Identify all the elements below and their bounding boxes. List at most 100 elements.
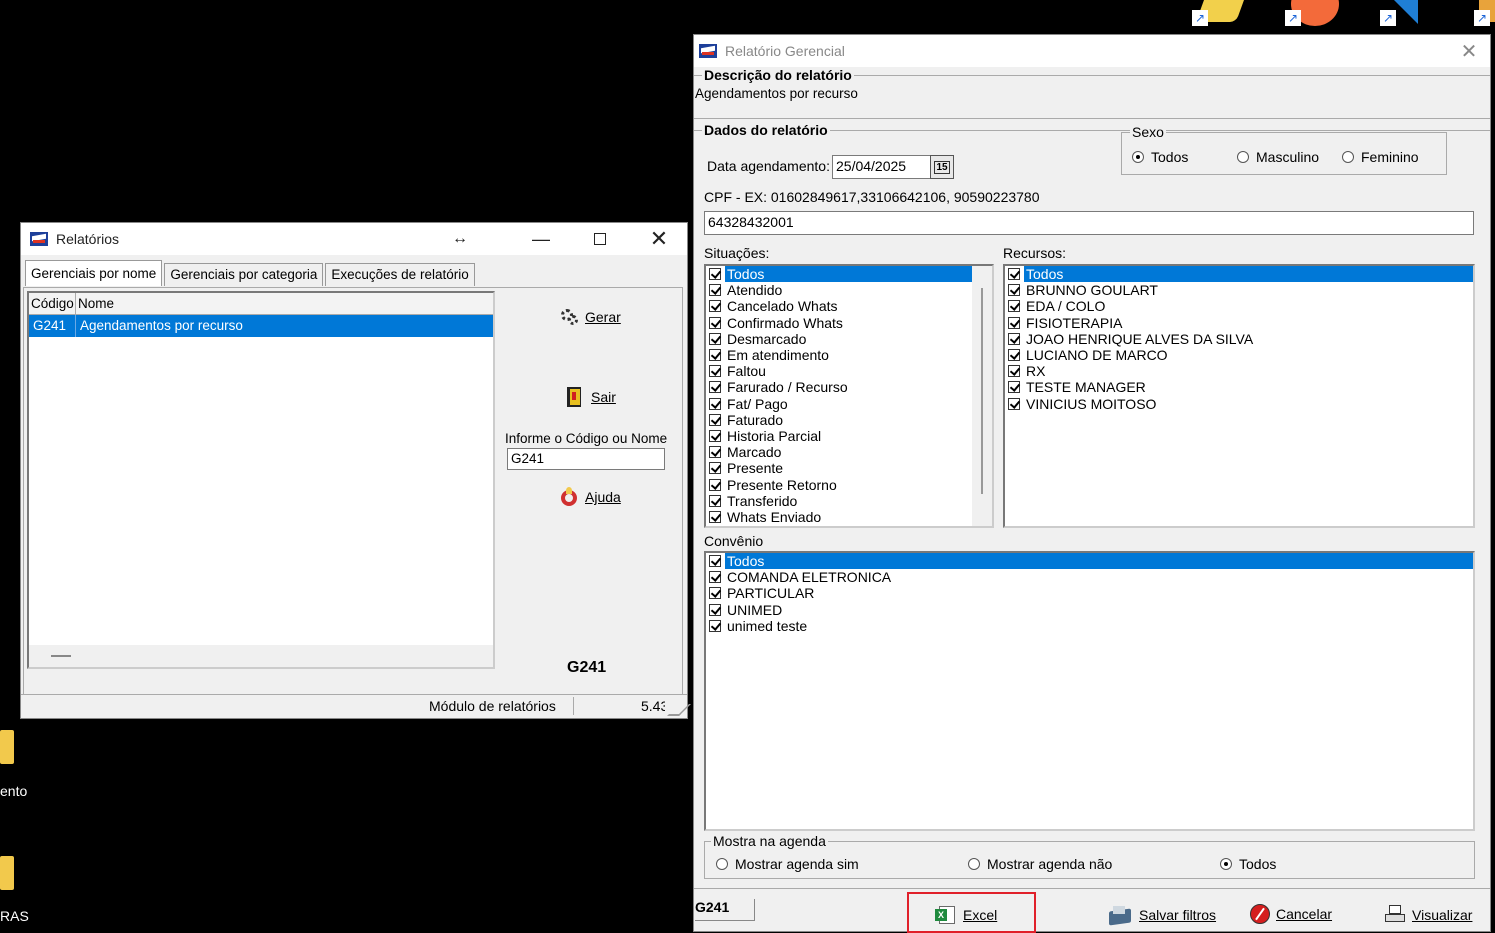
recursos-list[interactable]: Todos BRUNNO GOULART EDA / COLO FISIOTERAPI… (1003, 264, 1475, 528)
situacao-item[interactable]: Em atendimento (706, 347, 992, 363)
recurso-item[interactable]: RX (1005, 363, 1473, 379)
checkbox-checked-icon[interactable] (709, 494, 721, 507)
recurso-item[interactable]: Todos (1005, 266, 1473, 283)
recurso-item[interactable]: VINICIUS MOITOSO (1005, 396, 1473, 412)
report-list[interactable]: Código Nome G241 Agendamentos por recurs… (27, 291, 495, 669)
close-button[interactable]: ✕ (630, 223, 688, 255)
vertical-scrollbar[interactable] (972, 266, 992, 526)
taskbar-app-icon-3[interactable]: ↗ (1380, 0, 1434, 28)
recurso-item[interactable]: FISIOTERAPIA (1005, 315, 1473, 331)
excel-button[interactable]: X Excel (935, 904, 997, 926)
recurso-item[interactable]: TESTE MANAGER (1005, 379, 1473, 395)
tab-gerenciais-por-nome[interactable]: Gerenciais por nome (25, 260, 163, 286)
situacao-item[interactable]: Transferido (706, 493, 992, 509)
convenio-list[interactable]: Todos COMANDA ELETRONICA PARTICULAR UNIMED u… (704, 551, 1475, 831)
checkbox-checked-icon[interactable] (1008, 397, 1020, 410)
situacao-item[interactable]: Historia Parcial (706, 428, 992, 444)
checkbox-checked-icon[interactable] (709, 365, 721, 378)
checkbox-checked-icon[interactable] (709, 268, 721, 281)
taskbar-app-icon-2[interactable]: ↗ (1285, 0, 1339, 28)
column-header-nome[interactable]: Nome (76, 293, 493, 314)
situacoes-list[interactable]: Todos Atendido Cancelado Whats Confirmado W… (704, 264, 994, 528)
checkbox-checked-icon[interactable] (1008, 268, 1020, 281)
gerar-button[interactable]: Gerar (559, 307, 621, 327)
taskbar-app-icon-4[interactable]: ↗ (1474, 0, 1495, 28)
convenio-item[interactable]: PARTICULAR (706, 585, 1473, 601)
checkbox-checked-icon[interactable] (1008, 381, 1020, 394)
situacao-item[interactable]: Presente Retorno (706, 476, 992, 493)
checkbox-checked-icon[interactable] (1008, 349, 1020, 362)
checkbox-checked-icon[interactable] (709, 316, 721, 329)
checkbox-checked-icon[interactable] (1008, 300, 1020, 313)
checkbox-checked-icon[interactable] (709, 510, 721, 523)
checkbox-checked-icon[interactable] (709, 429, 721, 442)
checkbox-checked-icon[interactable] (709, 571, 721, 584)
minimize-button[interactable]: — (512, 223, 570, 255)
checkbox-checked-icon[interactable] (709, 413, 721, 426)
gerencial-titlebar[interactable]: Relatório Gerencial ✕ (694, 35, 1490, 67)
sexo-todos-radio[interactable]: Todos (1132, 149, 1188, 165)
salvar-filtros-button[interactable]: Salvar filtros (1107, 902, 1216, 928)
close-button[interactable]: ✕ (1440, 35, 1495, 67)
tab-execucoes-de-relatorio[interactable]: Execuções de relatório (325, 263, 475, 286)
checkbox-checked-icon[interactable] (709, 462, 721, 475)
checkbox-checked-icon[interactable] (709, 587, 721, 600)
taskbar-app-icon-1[interactable]: ↗ (1192, 0, 1246, 28)
situacao-item[interactable]: Marcado (706, 444, 992, 460)
agenda-nao-radio[interactable]: Mostrar agenda não (968, 856, 1112, 872)
tab-gerenciais-por-categoria[interactable]: Gerenciais por categoria (164, 263, 324, 286)
checkbox-checked-icon[interactable] (1008, 332, 1020, 345)
agenda-sim-radio[interactable]: Mostrar agenda sim (716, 856, 859, 872)
resize-grip-icon[interactable] (667, 704, 691, 716)
cancelar-button[interactable]: Cancelar (1250, 904, 1332, 924)
checkbox-checked-icon[interactable] (1008, 365, 1020, 378)
relatorios-titlebar[interactable]: Relatórios ↔ — ✕ (21, 223, 687, 255)
agenda-todos-radio[interactable]: Todos (1220, 856, 1276, 872)
sexo-masculino-radio[interactable]: Masculino (1237, 149, 1319, 165)
checkbox-checked-icon[interactable] (709, 603, 721, 616)
convenio-item[interactable]: unimed teste (706, 618, 1473, 634)
maximize-button[interactable] (571, 223, 629, 255)
checkbox-checked-icon[interactable] (1008, 284, 1020, 297)
recurso-item[interactable]: JOAO HENRIQUE ALVES DA SILVA (1005, 331, 1473, 347)
checkbox-checked-icon[interactable] (709, 555, 721, 568)
checkbox-checked-icon[interactable] (709, 478, 721, 491)
checkbox-checked-icon[interactable] (709, 349, 721, 362)
cpf-input[interactable]: 64328432001 (704, 211, 1474, 235)
recurso-item[interactable]: LUCIANO DE MARCO (1005, 347, 1473, 363)
convenio-item[interactable]: UNIMED (706, 602, 1473, 618)
situacao-item[interactable]: Todos (706, 266, 992, 283)
desktop-folder-icon-2[interactable] (0, 856, 14, 890)
calendar-button[interactable]: 15 (930, 155, 954, 179)
checkbox-checked-icon[interactable] (709, 284, 721, 297)
ajuda-button[interactable]: Ajuda (559, 487, 621, 507)
checkbox-checked-icon[interactable] (709, 446, 721, 459)
situacao-item[interactable]: Cancelado Whats (706, 298, 992, 314)
visualizar-button[interactable]: Visualizar (1384, 904, 1472, 926)
recurso-item[interactable]: BRUNNO GOULART (1005, 282, 1473, 298)
sair-button[interactable]: Sair (565, 387, 616, 407)
data-agendamento-input[interactable]: 25/04/2025 (832, 155, 932, 179)
checkbox-checked-icon[interactable] (709, 332, 721, 345)
situacao-item[interactable]: Atendido (706, 282, 992, 298)
checkbox-checked-icon[interactable] (709, 300, 721, 313)
situacao-item[interactable]: Whats Enviado (706, 509, 992, 525)
situacao-item[interactable]: Fat/ Pago (706, 396, 992, 412)
sexo-feminino-radio[interactable]: Feminino (1342, 149, 1419, 165)
situacao-item[interactable]: Desmarcado (706, 331, 992, 347)
search-input[interactable]: G241 (507, 448, 665, 470)
checkbox-checked-icon[interactable] (709, 619, 721, 632)
horizontal-scrollbar[interactable] (29, 645, 493, 667)
convenio-item[interactable]: Todos (706, 553, 1473, 570)
situacao-item[interactable]: Presente (706, 460, 992, 476)
situacao-item[interactable]: Confirmado Whats (706, 315, 992, 331)
table-row[interactable]: G241 Agendamentos por recurso (29, 315, 493, 337)
situacao-item[interactable]: Faturado (706, 412, 992, 428)
convenio-item[interactable]: COMANDA ELETRONICA (706, 569, 1473, 585)
checkbox-checked-icon[interactable] (1008, 316, 1020, 329)
column-header-codigo[interactable]: Código (29, 293, 76, 314)
checkbox-checked-icon[interactable] (709, 381, 721, 394)
desktop-folder-icon-1[interactable] (0, 730, 14, 764)
recurso-item[interactable]: EDA / COLO (1005, 298, 1473, 314)
checkbox-checked-icon[interactable] (709, 397, 721, 410)
